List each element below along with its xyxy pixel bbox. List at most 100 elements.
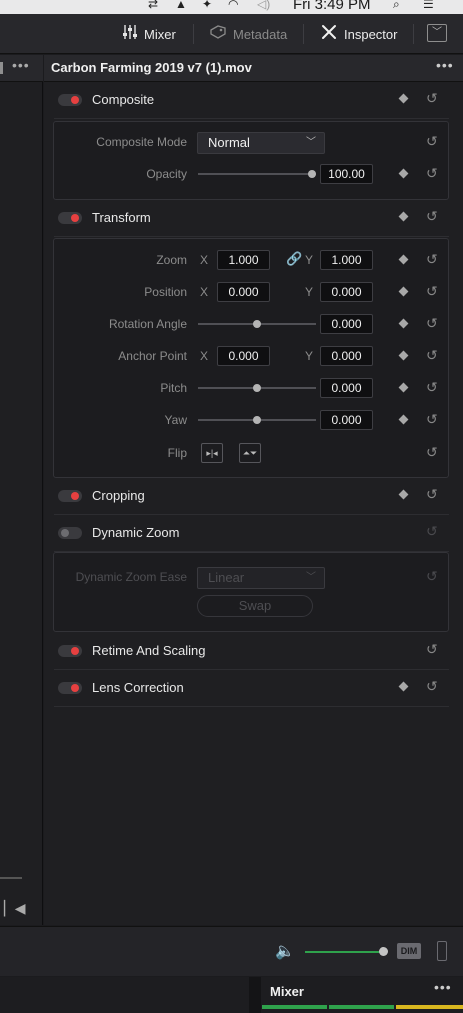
lens-correction-toggle[interactable] — [58, 682, 82, 694]
left-divider — [0, 877, 22, 879]
rotation-angle-field[interactable]: 0.000 — [320, 314, 373, 334]
dynamic-zoom-toggle[interactable] — [58, 527, 82, 539]
more-options-icon[interactable]: ••• — [12, 57, 30, 73]
anchor-point-row: Anchor Point X 0.000 Y 0.000 ↺ — [54, 342, 450, 370]
mixer-button[interactable]: Mixer — [122, 22, 176, 46]
pitch-slider[interactable] — [198, 384, 316, 392]
transform-toggle[interactable] — [58, 212, 82, 224]
position-x-field[interactable]: 0.000 — [217, 282, 270, 302]
audio-meter-toggle[interactable] — [437, 941, 447, 961]
reset-icon[interactable]: ↺ — [426, 444, 438, 461]
collapse-panel-button[interactable]: ﹀ — [427, 24, 447, 42]
metadata-button[interactable]: Metadata — [209, 22, 287, 46]
slider-knob[interactable] — [253, 320, 261, 328]
keyframe-diamond-icon[interactable] — [398, 681, 409, 692]
composite-toggle[interactable] — [58, 94, 82, 106]
x-axis-label: X — [200, 285, 209, 299]
keyframe-diamond-icon[interactable] — [398, 318, 409, 329]
volume-knob[interactable] — [379, 947, 388, 956]
retime-toggle[interactable] — [58, 645, 82, 657]
inspector-button[interactable]: Inspector — [320, 22, 397, 46]
inspector-panel: Carbon Farming 2019 v7 (1).mov ••• Compo… — [44, 55, 463, 925]
cropping-toggle[interactable] — [58, 490, 82, 502]
pitch-field[interactable]: 0.000 — [320, 378, 373, 398]
slider-knob[interactable] — [253, 416, 261, 424]
dynamic-zoom-ease-dropdown: Linear ﹀ — [197, 567, 325, 589]
reset-icon[interactable]: ↺ — [426, 208, 438, 225]
keyframe-diamond-icon[interactable] — [398, 286, 409, 297]
flip-horizontal-icon: ▸|◂ — [206, 448, 218, 458]
rotation-slider[interactable] — [198, 320, 316, 328]
zoom-row: Zoom X 1.000 🔗 Y 1.000 ↺ — [54, 246, 450, 274]
wifi-icon[interactable]: ◠ — [228, 0, 238, 11]
zoom-x-field[interactable]: 1.000 — [217, 250, 270, 270]
yaw-field[interactable]: 0.000 — [320, 410, 373, 430]
flip-vertical-icon: ⏶⏷ — [242, 448, 258, 458]
keyframe-diamond-icon[interactable] — [398, 382, 409, 393]
section-transform[interactable]: Transform ↺ — [54, 201, 449, 237]
section-dynamic-zoom[interactable]: Dynamic Zoom ↺ — [54, 516, 449, 552]
keyframe-diamond-icon[interactable] — [398, 489, 409, 500]
transform-controls: Zoom X 1.000 🔗 Y 1.000 ↺ Position X 0.00… — [53, 238, 449, 478]
previous-frame-icon[interactable]: ▏◀ — [4, 900, 26, 917]
reset-icon[interactable]: ↺ — [426, 641, 438, 658]
list-icon[interactable]: ☰ — [423, 0, 434, 11]
section-cropping[interactable]: Cropping ↺ — [54, 479, 449, 515]
pitch-label: Pitch — [160, 381, 187, 395]
opacity-field[interactable]: 100.00 — [320, 164, 373, 184]
section-lens-correction[interactable]: Lens Correction ↺ — [54, 671, 449, 707]
lens-correction-label: Lens Correction — [92, 680, 184, 695]
more-options-icon[interactable]: ••• — [436, 57, 454, 73]
reset-icon[interactable]: ↺ — [426, 347, 438, 364]
keyframe-diamond-icon[interactable] — [398, 254, 409, 265]
reset-icon[interactable]: ↺ — [426, 251, 438, 268]
flip-row: Flip ▸|◂ ⏶⏷ ↺ — [54, 439, 450, 467]
position-label: Position — [144, 285, 187, 299]
yaw-slider[interactable] — [198, 416, 316, 424]
menubar-clock[interactable]: Fri 3:49 PM — [293, 0, 371, 13]
anchor-y-field[interactable]: 0.000 — [320, 346, 373, 366]
reset-icon[interactable]: ↺ — [426, 411, 438, 428]
keyframe-diamond-icon[interactable] — [398, 93, 409, 104]
section-retime-scaling[interactable]: Retime And Scaling ↺ — [54, 634, 449, 670]
more-options-icon[interactable]: ••• — [434, 979, 452, 995]
reset-icon[interactable]: ↺ — [426, 90, 438, 107]
position-y-field[interactable]: 0.000 — [320, 282, 373, 302]
opacity-slider[interactable] — [198, 170, 316, 178]
flip-label: Flip — [167, 446, 187, 460]
composite-controls: Composite Mode Normal ﹀ ↺ Opacity 100.00… — [53, 121, 449, 200]
slider-knob[interactable] — [308, 170, 316, 178]
reset-icon[interactable]: ↺ — [426, 165, 438, 182]
top-toolbar: Mixer Metadata Inspector ﹀ — [0, 14, 463, 54]
dropbox-icon[interactable]: ⇄ — [148, 0, 158, 11]
slider-knob[interactable] — [253, 384, 261, 392]
keyframe-diamond-icon[interactable] — [398, 168, 409, 179]
anchor-x-field[interactable]: 0.000 — [217, 346, 270, 366]
reset-icon[interactable]: ↺ — [426, 678, 438, 695]
keyframe-diamond-icon[interactable] — [398, 414, 409, 425]
zoom-y-field[interactable]: 1.000 — [320, 250, 373, 270]
inspector-header: Carbon Farming 2019 v7 (1).mov ••• — [44, 55, 463, 82]
reset-icon[interactable]: ↺ — [426, 379, 438, 396]
reset-icon[interactable]: ↺ — [426, 133, 438, 150]
reset-icon[interactable]: ↺ — [426, 283, 438, 300]
keyframe-diamond-icon[interactable] — [398, 211, 409, 222]
keyframe-diamond-icon[interactable] — [398, 350, 409, 361]
section-composite[interactable]: Composite ↺ — [54, 83, 449, 119]
reset-icon[interactable]: ↺ — [426, 315, 438, 332]
volume-slider[interactable] — [305, 951, 385, 953]
transform-label: Transform — [92, 210, 151, 225]
reset-icon[interactable]: ↺ — [426, 486, 438, 503]
inspector-button-label: Inspector — [344, 26, 398, 42]
composite-mode-dropdown[interactable]: Normal ﹀ — [197, 132, 325, 154]
flip-horizontal-button[interactable]: ▸|◂ — [201, 443, 223, 463]
search-icon[interactable]: ⌕ — [393, 0, 400, 12]
speaker-icon[interactable]: 🔈 — [275, 941, 295, 961]
bluetooth-icon[interactable]: ✦ — [202, 0, 212, 11]
drive-icon[interactable]: ▲ — [175, 0, 187, 11]
volume-icon[interactable]: ◁) — [257, 0, 270, 11]
dim-button[interactable]: DIM — [397, 943, 421, 959]
opacity-row: Opacity 100.00 ↺ — [54, 160, 450, 188]
flip-vertical-button[interactable]: ⏶⏷ — [239, 443, 261, 463]
link-icon[interactable]: 🔗 — [286, 251, 302, 267]
